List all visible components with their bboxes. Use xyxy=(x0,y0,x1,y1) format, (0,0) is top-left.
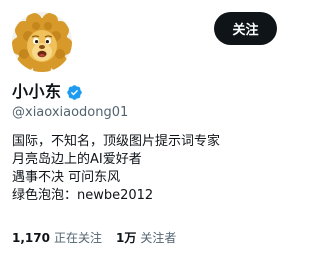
follow-stats: 1,170 正在关注 1万 关注者 xyxy=(12,230,190,246)
following-count: 1,170 xyxy=(12,231,50,245)
bio-line: 绿色泡泡：newbe2012 xyxy=(12,188,154,203)
profile-bio: 国际，不知名，顶级图片提示词专家 月亮岛边上的AI爱好者 遇事不决 可问东风 绿… xyxy=(12,133,220,205)
display-name: 小小东 xyxy=(12,82,62,101)
follow-button[interactable]: 关注 xyxy=(214,12,277,45)
avatar[interactable] xyxy=(12,12,72,72)
profile-card: 关注 小小东 @xiaoxiaodong01 国际，不知名，顶级图片提示词专家 … xyxy=(0,0,287,255)
following-count-link[interactable]: 1,170 正在关注 xyxy=(12,230,102,246)
followers-count: 1万 xyxy=(115,231,137,245)
lion-avatar-icon xyxy=(12,12,72,72)
followers-label: 关注者 xyxy=(140,231,177,245)
user-handle: @xiaoxiaodong01 xyxy=(12,105,129,120)
verified-badge-icon[interactable] xyxy=(66,84,83,101)
bio-line: 遇事不决 可问东风 xyxy=(12,170,121,185)
bio-line: 国际，不知名，顶级图片提示词专家 xyxy=(12,134,221,149)
name-row: 小小东 xyxy=(12,82,83,102)
following-label: 正在关注 xyxy=(53,231,102,245)
bio-line: 月亮岛边上的AI爱好者 xyxy=(12,152,142,167)
followers-count-link[interactable]: 1万 关注者 xyxy=(116,230,176,246)
